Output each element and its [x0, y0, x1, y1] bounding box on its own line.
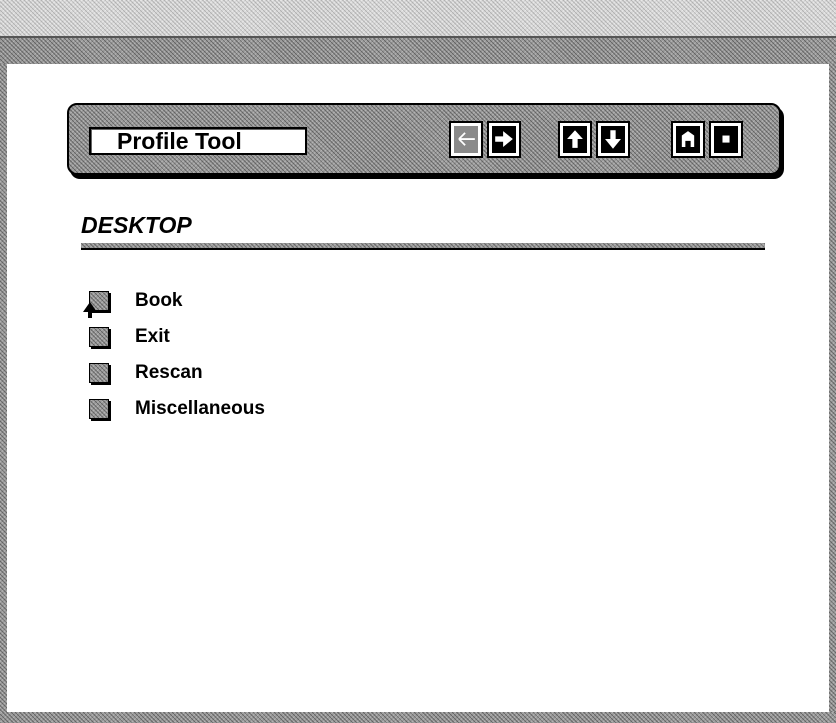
title-bar[interactable]: [0, 0, 836, 38]
application-window: Profile Tool DESKTOP Book Exit Rescan Mi…: [0, 0, 836, 723]
content-area: Profile Tool DESKTOP Book Exit Rescan Mi…: [7, 64, 829, 712]
forward-button[interactable]: [487, 121, 521, 158]
back-button[interactable]: [449, 121, 483, 158]
mouse-cursor-icon: [83, 302, 97, 318]
list-item-label[interactable]: Exit: [135, 326, 170, 348]
down-button[interactable]: [596, 121, 630, 158]
up-button[interactable]: [558, 121, 592, 158]
square-bullet-icon[interactable]: [89, 327, 109, 347]
home-button[interactable]: [671, 121, 705, 158]
square-bullet-icon[interactable]: [89, 399, 109, 419]
stop-button[interactable]: [709, 121, 743, 158]
home-icon: [681, 131, 695, 147]
page-title: DESKTOP: [81, 212, 192, 238]
arrow-down-icon: [605, 130, 621, 149]
window-frame-bottom: [0, 712, 836, 723]
square-bullet-icon[interactable]: [89, 363, 109, 383]
item-list: Book Exit Rescan Miscellaneous: [89, 283, 265, 427]
window-frame-left: [0, 64, 7, 723]
list-item-miscellaneous[interactable]: Miscellaneous: [89, 391, 265, 427]
list-item-exit[interactable]: Exit: [89, 319, 265, 355]
navigation-toolbar: Profile Tool: [67, 103, 781, 175]
heading-divider: [81, 243, 765, 250]
list-item-label[interactable]: Book: [135, 290, 183, 312]
window-frame-right: [829, 64, 836, 723]
list-item-book[interactable]: Book: [89, 283, 265, 319]
arrow-right-icon: [495, 131, 513, 147]
list-item-rescan[interactable]: Rescan: [89, 355, 265, 391]
arrow-up-icon: [567, 130, 583, 148]
window-frame-top: [0, 38, 836, 64]
list-item-label[interactable]: Miscellaneous: [135, 398, 265, 420]
arrow-left-icon: [458, 132, 475, 146]
toolbar-title: Profile Tool: [89, 127, 307, 155]
stop-icon: [722, 135, 730, 143]
list-item-label[interactable]: Rescan: [135, 362, 203, 384]
